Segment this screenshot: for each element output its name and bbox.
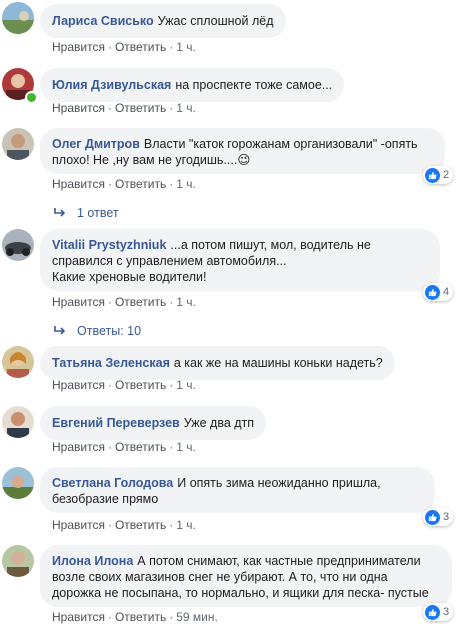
comment-author[interactable]: Олег Дмитров bbox=[52, 137, 140, 151]
avatar[interactable] bbox=[2, 229, 34, 261]
separator: · bbox=[169, 295, 174, 309]
separator: · bbox=[169, 177, 174, 191]
separator: · bbox=[107, 518, 112, 532]
like-link[interactable]: Нравится bbox=[52, 440, 105, 454]
comment-actions: Нравится · Ответить · 1 ч. bbox=[52, 295, 196, 309]
comment-bubble: Лариса Свисько Ужас сплошной лёд bbox=[40, 4, 286, 38]
comment-author[interactable]: Светлана Голодова bbox=[52, 476, 173, 490]
separator: · bbox=[169, 378, 174, 392]
separator: · bbox=[107, 295, 112, 309]
replies-count[interactable]: Ответы: 10 bbox=[77, 324, 141, 338]
timestamp[interactable]: 1 ч. bbox=[176, 177, 196, 191]
avatar[interactable] bbox=[2, 2, 34, 34]
online-status-dot bbox=[25, 91, 38, 104]
avatar[interactable] bbox=[2, 128, 34, 160]
thumbs-up-icon bbox=[425, 604, 440, 620]
comment-bubble: Илона Илона А потом снимают, как частные … bbox=[40, 545, 452, 607]
comment-actions: Нравится · Ответить · 1 ч. bbox=[52, 518, 196, 532]
comment-bubble: Vitalii Prystyzhniuk ...а потом пишут, мо… bbox=[40, 229, 440, 291]
reply-link[interactable]: Ответить bbox=[115, 101, 166, 115]
separator: · bbox=[169, 440, 174, 454]
reply-link[interactable]: Ответить bbox=[115, 295, 166, 309]
reaction-count[interactable]: 3 bbox=[423, 508, 454, 526]
comment-actions: Нравится · Ответить · 1 ч. bbox=[52, 440, 196, 454]
replies-count[interactable]: 1 ответ bbox=[77, 206, 119, 220]
separator: · bbox=[107, 40, 112, 54]
timestamp[interactable]: 1 ч. bbox=[176, 378, 196, 392]
comment-author[interactable]: Илона Илона bbox=[52, 554, 133, 568]
comment-actions: Нравится · Ответить · 59 мин. bbox=[52, 610, 218, 624]
reply-link[interactable]: Ответить bbox=[115, 518, 166, 532]
like-link[interactable]: Нравится bbox=[52, 610, 105, 624]
separator: · bbox=[107, 610, 112, 624]
comment-text: на проспекте тоже самое... bbox=[175, 78, 333, 92]
comment-author[interactable]: Vitalii Prystyzhniuk bbox=[52, 238, 166, 252]
timestamp[interactable]: 1 ч. bbox=[176, 295, 196, 309]
timestamp[interactable]: 1 ч. bbox=[176, 101, 196, 115]
reply-arrow-icon bbox=[54, 208, 66, 217]
like-link[interactable]: Нравится bbox=[52, 295, 105, 309]
like-link[interactable]: Нравится bbox=[52, 101, 105, 115]
reaction-number: 4 bbox=[443, 286, 450, 298]
reaction-number: 3 bbox=[443, 606, 450, 618]
reply-link[interactable]: Ответить bbox=[115, 177, 166, 191]
separator: · bbox=[169, 610, 174, 624]
avatar[interactable] bbox=[2, 406, 34, 438]
timestamp[interactable]: 1 ч. bbox=[176, 518, 196, 532]
comment-text: а как же на машины коньки надеть? bbox=[173, 356, 383, 370]
reaction-count[interactable]: 3 bbox=[423, 603, 454, 621]
comment-text: Ужас сплошной лёд bbox=[157, 14, 274, 28]
separator: · bbox=[107, 378, 112, 392]
reply-link[interactable]: Ответить bbox=[115, 440, 166, 454]
thumbs-up-icon bbox=[425, 509, 440, 525]
like-link[interactable]: Нравится bbox=[52, 378, 105, 392]
thumbs-up-icon bbox=[425, 167, 440, 183]
comment-author[interactable]: Евгений Переверзев bbox=[52, 416, 180, 430]
avatar[interactable] bbox=[2, 346, 34, 378]
reaction-count[interactable]: 4 bbox=[423, 283, 454, 301]
separator: · bbox=[107, 101, 112, 115]
like-link[interactable]: Нравится bbox=[52, 177, 105, 191]
avatar[interactable] bbox=[2, 545, 34, 577]
like-link[interactable]: Нравится bbox=[52, 518, 105, 532]
comment-bubble: Олег Дмитров Власти "каток горожанам орга… bbox=[40, 128, 445, 174]
comment-bubble: Светлана Голодова И опять зима неожиданно… bbox=[40, 467, 435, 513]
separator: · bbox=[169, 101, 174, 115]
comment-actions: Нравится · Ответить · 1 ч. bbox=[52, 40, 196, 54]
avatar[interactable] bbox=[2, 467, 34, 499]
reply-link[interactable]: Ответить bbox=[115, 610, 166, 624]
timestamp[interactable]: 59 мин. bbox=[176, 610, 218, 624]
reply-link[interactable]: Ответить bbox=[115, 378, 166, 392]
timestamp[interactable]: 1 ч. bbox=[176, 440, 196, 454]
timestamp[interactable]: 1 ч. bbox=[176, 40, 196, 54]
reply-link[interactable]: Ответить bbox=[115, 40, 166, 54]
view-replies-link[interactable]: Ответы: 10 bbox=[53, 324, 141, 338]
reaction-number: 3 bbox=[443, 511, 450, 523]
comment-bubble: Юлия Дзивульская на проспекте тоже самое.… bbox=[40, 68, 345, 102]
separator: · bbox=[169, 518, 174, 532]
view-replies-link[interactable]: 1 ответ bbox=[53, 206, 119, 220]
separator: · bbox=[107, 440, 112, 454]
reply-arrow-icon bbox=[54, 326, 66, 335]
comment-actions: Нравится · Ответить · 1 ч. bbox=[52, 177, 196, 191]
comment-bubble: Татьяна Зеленская а как же на машины конь… bbox=[40, 346, 395, 380]
thumbs-up-icon bbox=[425, 284, 440, 300]
separator: · bbox=[169, 40, 174, 54]
comment-author[interactable]: Лариса Свисько bbox=[52, 14, 154, 28]
reaction-count[interactable]: 2 bbox=[423, 166, 454, 184]
comment-text: Уже два дтп bbox=[183, 416, 255, 430]
comment-actions: Нравится · Ответить · 1 ч. bbox=[52, 101, 196, 115]
separator: · bbox=[107, 177, 112, 191]
reaction-number: 2 bbox=[443, 169, 450, 181]
comment-bubble: Евгений Переверзев Уже два дтп bbox=[40, 406, 267, 440]
comment-author[interactable]: Татьяна Зеленская bbox=[52, 356, 170, 370]
like-link[interactable]: Нравится bbox=[52, 40, 105, 54]
comment-author[interactable]: Юлия Дзивульская bbox=[52, 78, 171, 92]
comment-text-line2: Какие хреновые водители! bbox=[52, 270, 207, 284]
comment-actions: Нравится · Ответить · 1 ч. bbox=[52, 378, 196, 392]
